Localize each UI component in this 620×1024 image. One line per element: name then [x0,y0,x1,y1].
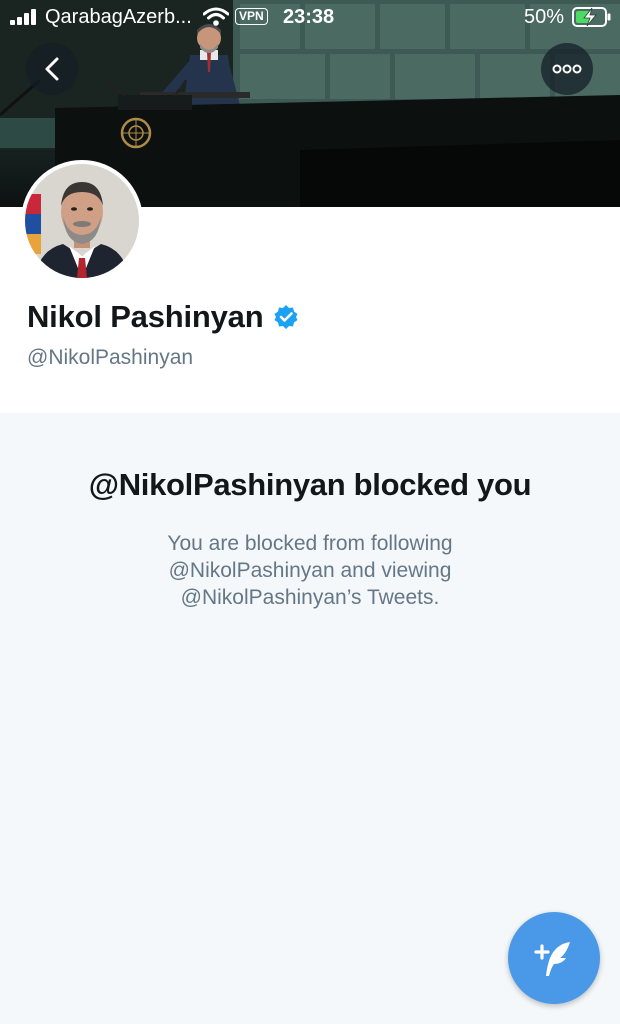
profile-handle[interactable]: @NikolPashinyan [27,346,193,370]
verified-badge-icon [273,304,299,330]
blocked-title: @NikolPashinyan blocked you [88,467,532,502]
name-row: Nikol Pashinyan [27,299,299,335]
chevron-left-icon [45,57,59,81]
more-options-button[interactable] [541,43,593,95]
cellular-signal-icon [10,9,36,25]
profile-photo [25,164,139,278]
compose-tweet-icon [534,942,570,976]
display-name: Nikol Pashinyan [27,299,264,334]
status-bar: QarabagAzerb... VPN 23:38 50% [0,0,620,34]
compose-tweet-button[interactable] [508,912,600,1004]
blocked-description-line: @NikolPashinyan’s Tweets. [180,586,440,609]
blocked-description-line: You are blocked from following [167,532,453,555]
battery-charging-icon [572,7,611,27]
wifi-icon [203,7,229,26]
avatar[interactable] [21,160,143,282]
more-horizontal-icon [552,64,582,74]
blocked-description: You are blocked from following @NikolPas… [130,530,490,611]
back-button[interactable] [26,43,78,95]
status-time: 23:38 [283,6,335,28]
blocked-description-line: @NikolPashinyan and viewing [168,559,452,582]
carrier-name: QarabagAzerb... [45,6,192,28]
vpn-badge: VPN [235,8,268,25]
battery-percent: 50% [524,6,565,28]
